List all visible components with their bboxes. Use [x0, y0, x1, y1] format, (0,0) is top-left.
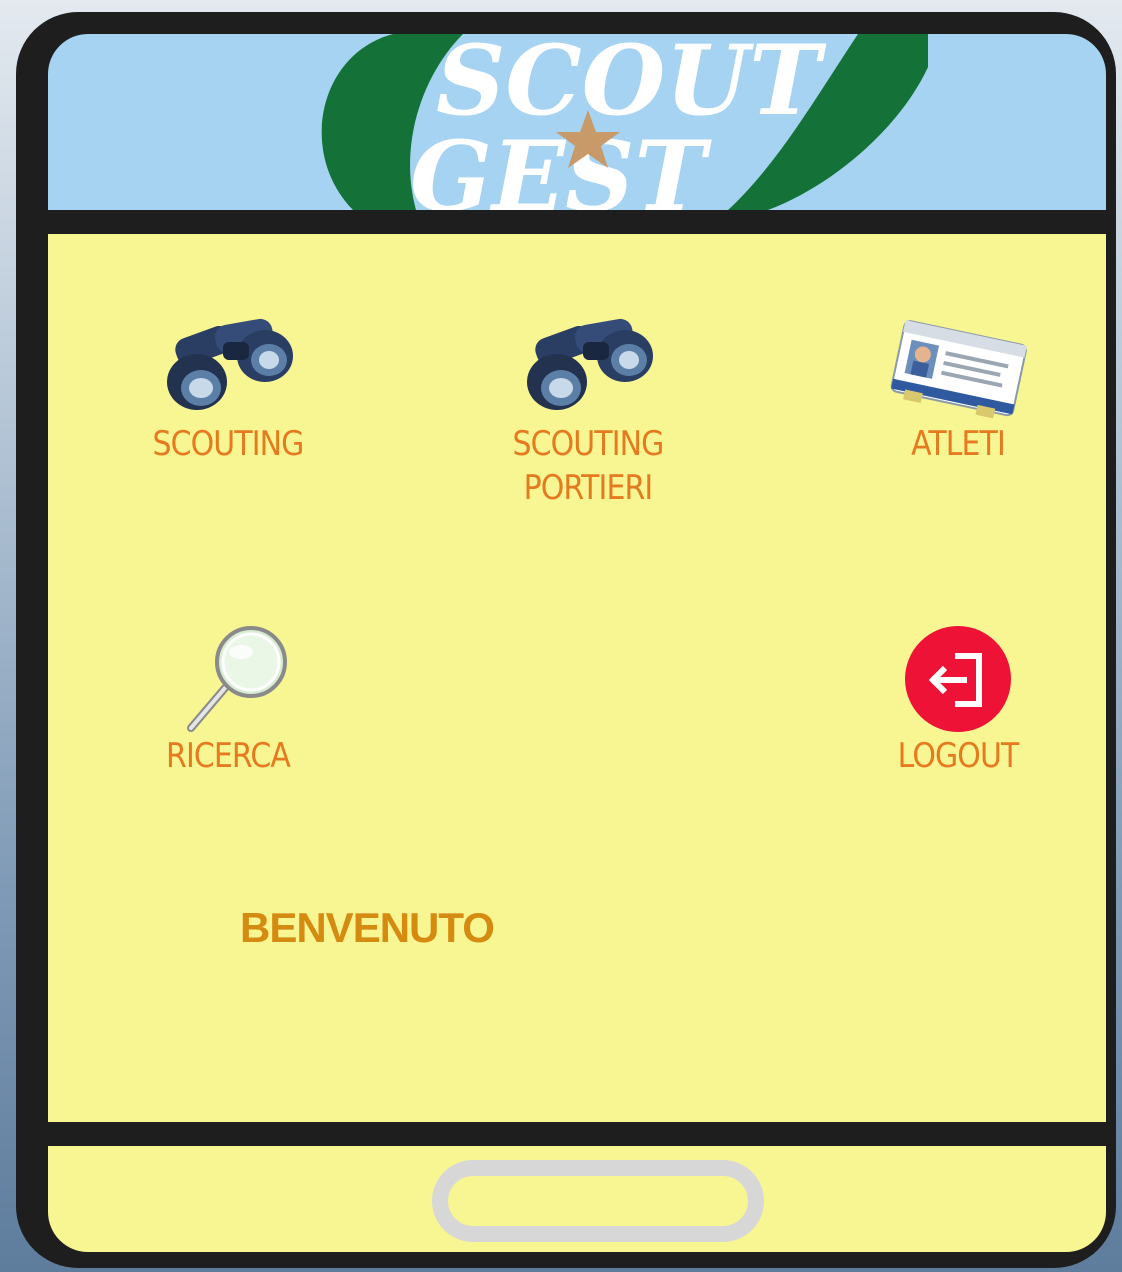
- magnifier-icon: [187, 626, 287, 732]
- menu-label-scouting: SCOUTING: [152, 424, 305, 464]
- menu-label-logout: LOGOUT: [897, 736, 1020, 776]
- binoculars-icon: [527, 318, 653, 410]
- bottom-bar: [48, 1146, 1106, 1252]
- menu-screen: SCOUTING SCOUTING PORTIERI ATLETI RICERC…: [48, 234, 1106, 1122]
- app-header: SCOUT GEST: [48, 34, 1106, 210]
- menu-item-atleti[interactable]: ATLETI: [858, 312, 1058, 466]
- menu-item-ricerca[interactable]: RICERCA: [128, 624, 328, 778]
- welcome-text: BENVENUTO: [240, 904, 495, 951]
- binoculars-icon: [167, 318, 293, 410]
- menu-item-logout[interactable]: LOGOUT: [858, 624, 1058, 778]
- logout-icon: [905, 626, 1011, 732]
- phone-frame: SCOUT GEST SCOUTING SCOUTING PORTIERI AT…: [16, 12, 1116, 1268]
- scoutgest-logo: SCOUT GEST: [321, 34, 928, 210]
- menu-label-ricerca: RICERCA: [166, 736, 291, 776]
- home-button[interactable]: [432, 1160, 764, 1242]
- menu-label-scouting-portieri: SCOUTING PORTIERI: [512, 424, 665, 508]
- menu-label-atleti: ATLETI: [911, 424, 1006, 464]
- menu-item-scouting[interactable]: SCOUTING: [128, 312, 328, 466]
- menu-item-scouting-portieri[interactable]: SCOUTING PORTIERI: [488, 312, 688, 510]
- id-card-icon: [890, 320, 1027, 419]
